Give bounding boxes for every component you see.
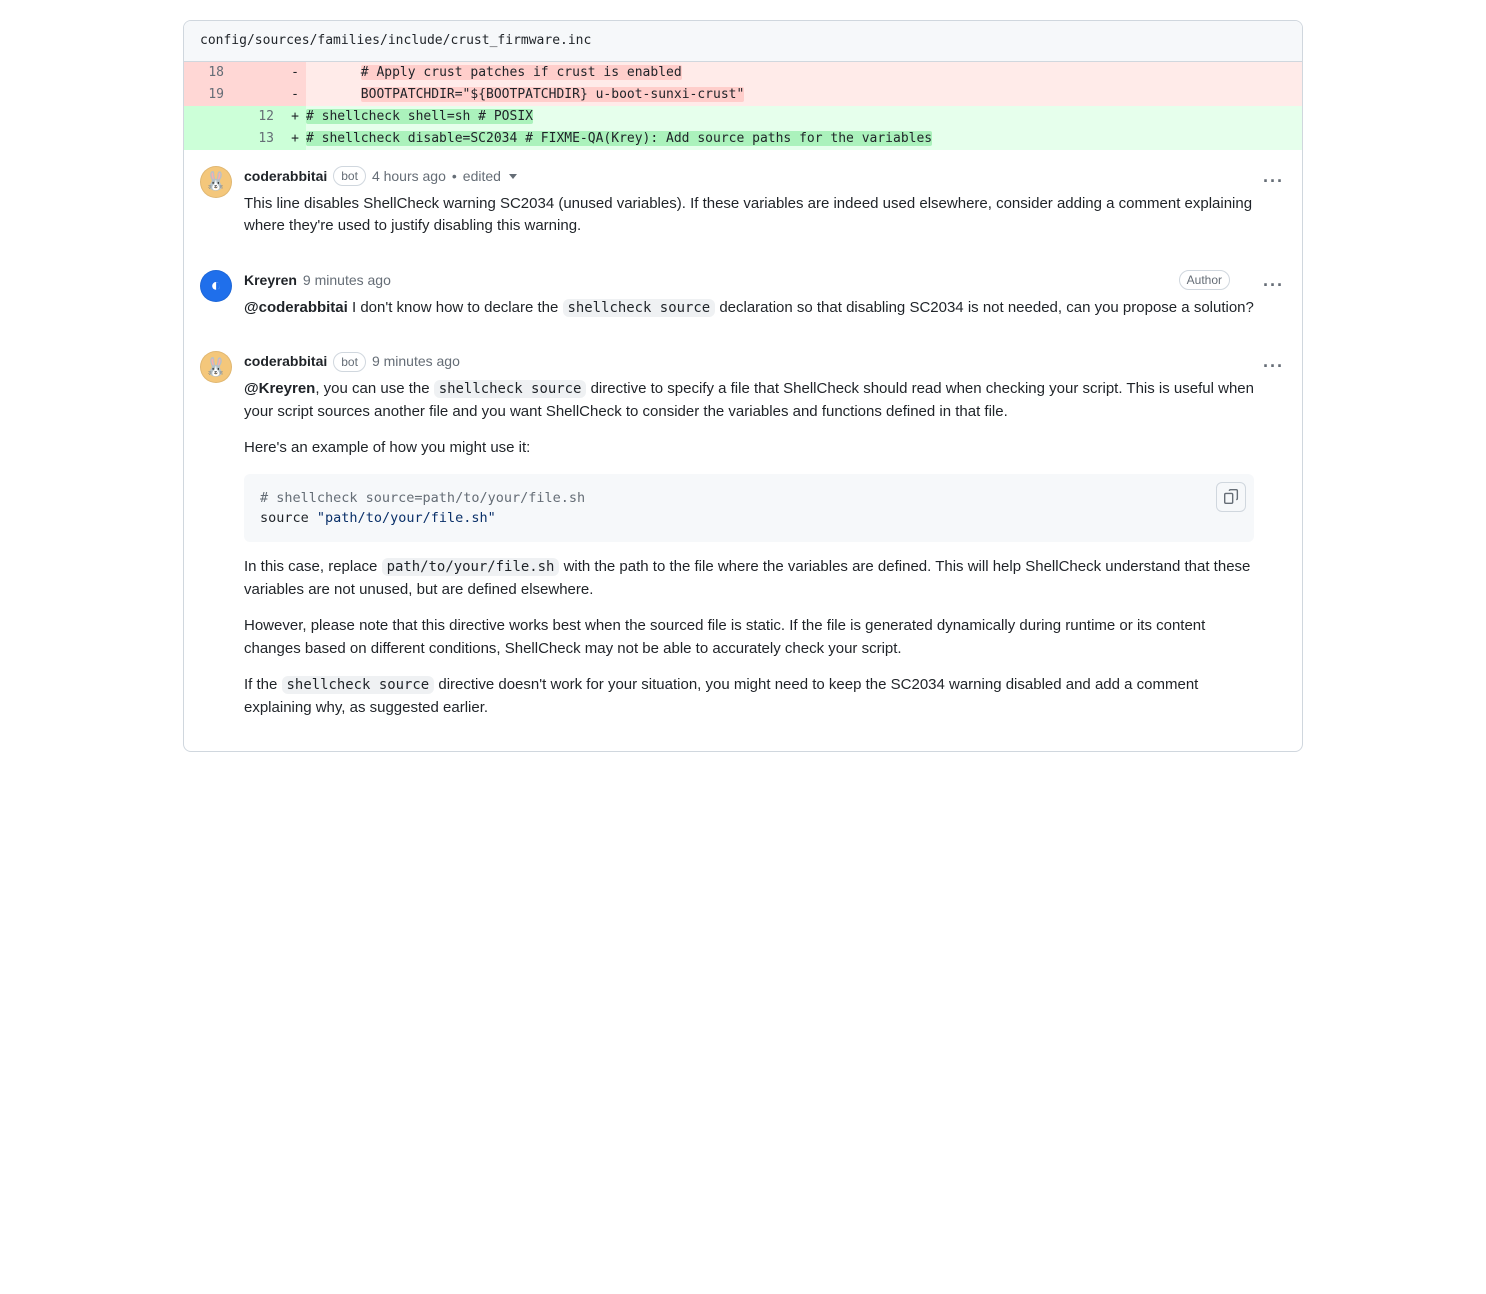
diff-table: 18 - # Apply crust patches if crust is en… [184, 62, 1302, 150]
bot-badge: bot [333, 352, 366, 372]
chevron-down-icon[interactable] [509, 174, 517, 179]
comment-author[interactable]: coderabbitai [244, 166, 327, 187]
inline-code: path/to/your/file.sh [382, 558, 560, 576]
diff-line[interactable]: 18 - # Apply crust patches if crust is en… [184, 62, 1302, 84]
inline-code: shellcheck source [434, 380, 587, 398]
comment-author[interactable]: Kreyren [244, 270, 297, 291]
kebab-menu-icon[interactable]: ··· [1263, 168, 1284, 195]
comment-header: coderabbitai bot 4 hours ago • edited [244, 166, 1254, 187]
review-thread: config/sources/families/include/crust_fi… [183, 20, 1303, 752]
file-path-header[interactable]: config/sources/families/include/crust_fi… [184, 21, 1302, 62]
diff-mark: - [284, 84, 306, 106]
diff-line[interactable]: 13+# shellcheck disable=SC2034 # FIXME-Q… [184, 128, 1302, 150]
user-mention[interactable]: @Kreyren [244, 380, 315, 397]
inline-code: shellcheck source [282, 676, 435, 694]
comment-paragraph: In this case, replace path/to/your/file.… [244, 556, 1254, 601]
comment-header: coderabbitai bot 9 minutes ago [244, 351, 1254, 372]
comment-paragraph: @Kreyren, you can use the shellcheck sou… [244, 378, 1254, 423]
copy-icon [1224, 489, 1239, 504]
author-badge: Author [1179, 270, 1230, 290]
inline-code: shellcheck source [563, 299, 716, 317]
comment-header: Kreyren 9 minutes ago Author [244, 270, 1254, 291]
comment-paragraph: If the shellcheck source directive doesn… [244, 674, 1254, 719]
diff-code: # Apply crust patches if crust is enable… [306, 62, 1302, 84]
old-line-num: 19 [184, 84, 234, 106]
old-line-num: 18 [184, 62, 234, 84]
diff-mark: - [284, 62, 306, 84]
old-line-num [184, 128, 234, 150]
code-line: # shellcheck source=path/to/your/file.sh [260, 490, 585, 506]
user-mention[interactable]: @coderabbitai [244, 299, 348, 316]
comment-text: This line disables ShellCheck warning SC… [244, 193, 1254, 238]
avatar[interactable]: 🐰 [200, 351, 232, 383]
diff-code: # shellcheck shell=sh # POSIX [306, 106, 1302, 128]
comment-time[interactable]: 4 hours ago [372, 166, 446, 187]
new-line-num: 13 [234, 128, 284, 150]
old-line-num [184, 106, 234, 128]
diff-mark: + [284, 128, 306, 150]
edited-label[interactable]: edited [463, 166, 501, 187]
comment: 🐰 coderabbitai bot 9 minutes ago @Kreyren,… [184, 335, 1302, 751]
comment-paragraph: However, please note that this directive… [244, 615, 1254, 660]
copy-button[interactable] [1216, 482, 1246, 512]
code-line: source [260, 510, 309, 526]
diff-code: # shellcheck disable=SC2034 # FIXME-QA(K… [306, 128, 1302, 150]
comment-author[interactable]: coderabbitai [244, 351, 327, 372]
comment-paragraph: @coderabbitai I don't know how to declar… [244, 297, 1254, 320]
comment-text: @Kreyren, you can use the shellcheck sou… [244, 378, 1254, 719]
comment: ◐ Kreyren 9 minutes ago Author @coderabbita… [184, 254, 1302, 336]
new-line-num [234, 84, 284, 106]
new-line-num [234, 62, 284, 84]
dot: • [452, 166, 457, 187]
comment-time[interactable]: 9 minutes ago [303, 270, 391, 291]
new-line-num: 12 [234, 106, 284, 128]
comments-list: 🐰 coderabbitai bot 4 hours ago • edited T… [184, 150, 1302, 752]
diff-code: BOOTPATCHDIR="${BOOTPATCHDIR} u-boot-sun… [306, 84, 1302, 106]
diff-mark: + [284, 106, 306, 128]
comment-paragraph: Here's an example of how you might use i… [244, 437, 1254, 460]
diff-line[interactable]: 19 - BOOTPATCHDIR="${BOOTPATCHDIR} u-boot… [184, 84, 1302, 106]
bot-badge: bot [333, 166, 366, 186]
avatar[interactable]: ◐ [200, 270, 232, 302]
comment-text: @coderabbitai I don't know how to declar… [244, 297, 1254, 320]
kebab-menu-icon[interactable]: ··· [1263, 353, 1284, 380]
kebab-menu-icon[interactable]: ··· [1263, 272, 1284, 299]
comment: 🐰 coderabbitai bot 4 hours ago • edited T… [184, 150, 1302, 254]
file-path: config/sources/families/include/crust_fi… [200, 33, 591, 48]
avatar[interactable]: 🐰 [200, 166, 232, 198]
diff-line[interactable]: 12+# shellcheck shell=sh # POSIX [184, 106, 1302, 128]
code-block: # shellcheck source=path/to/your/file.sh… [244, 474, 1254, 543]
comment-time[interactable]: 9 minutes ago [372, 351, 460, 372]
comment-paragraph: This line disables ShellCheck warning SC… [244, 193, 1254, 238]
